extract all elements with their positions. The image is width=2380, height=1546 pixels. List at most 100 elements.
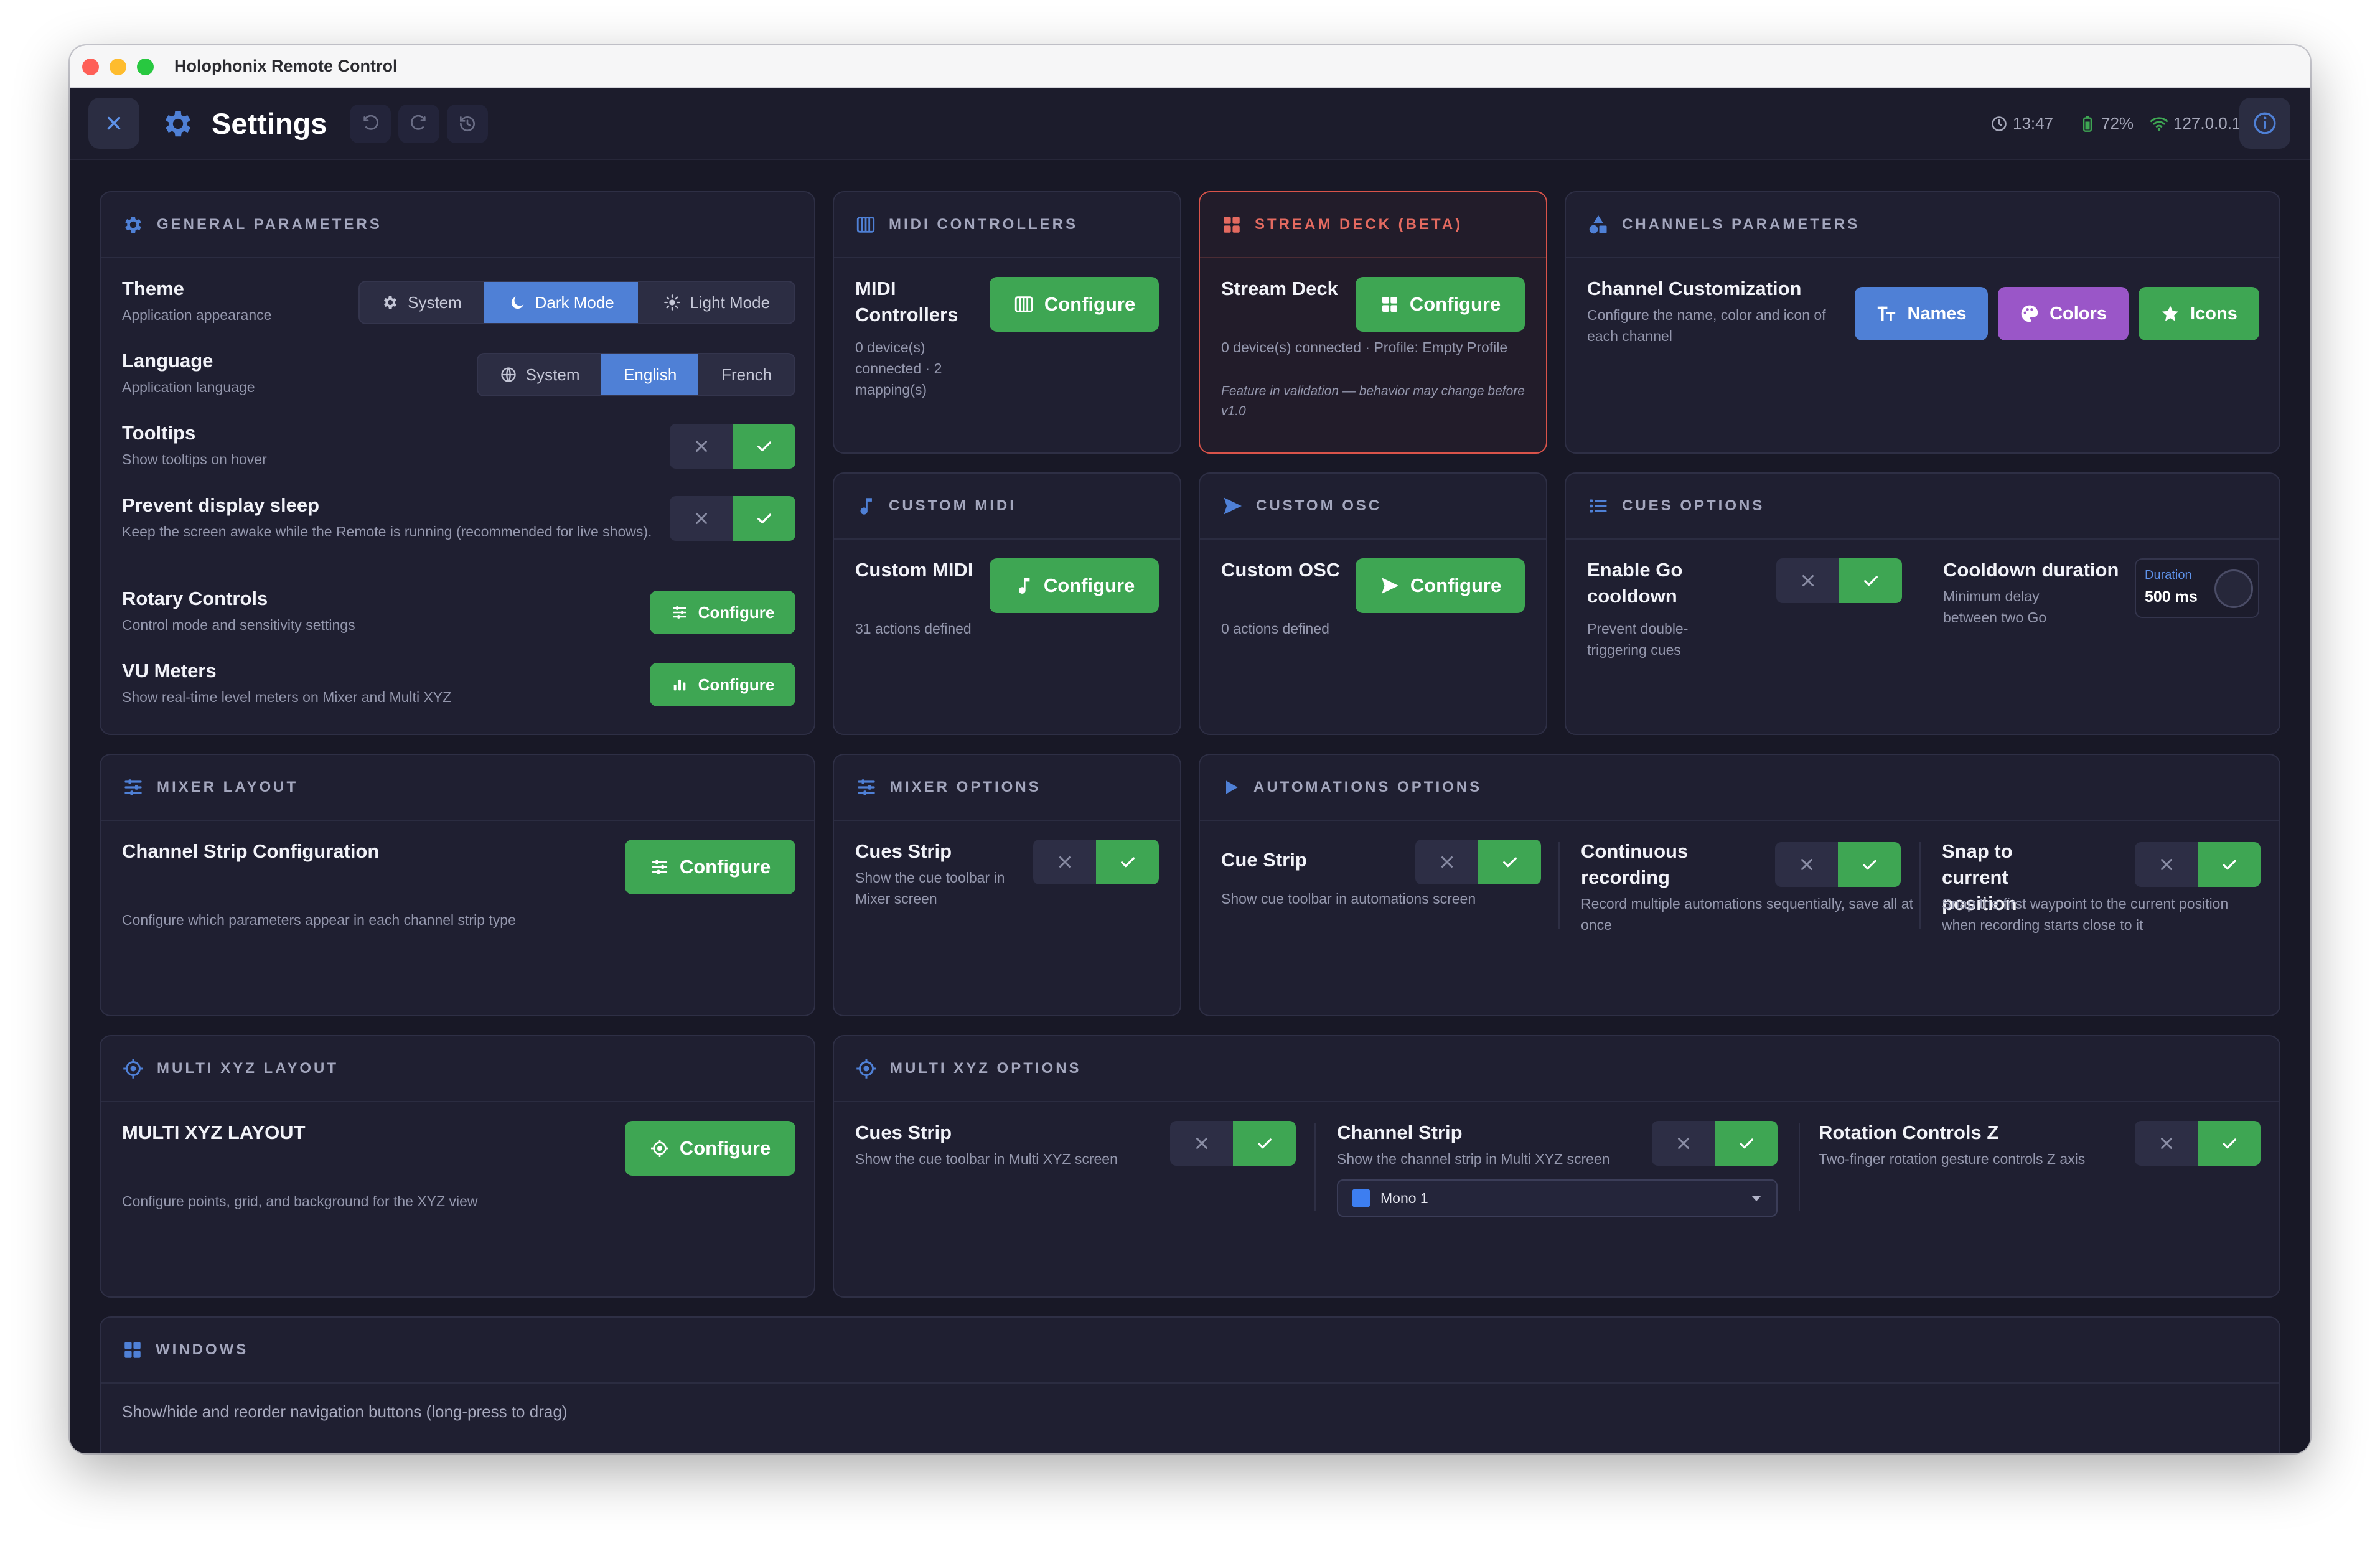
windows-desc: Show/hide and reorder navigation buttons… (122, 1402, 568, 1421)
bars-icon (671, 676, 688, 693)
mixer-layout-configure-button[interactable]: Configure (625, 840, 795, 894)
card-header: CUES OPTIONS (1566, 474, 2279, 540)
info-button[interactable] (2239, 98, 2290, 149)
close-icon (692, 509, 711, 528)
settings-content: GENERAL PARAMETERS Theme Application app… (70, 161, 2310, 1453)
streamdeck-configure-button[interactable]: Configure (1356, 277, 1525, 332)
toggle-off-button[interactable] (670, 424, 733, 469)
toggle-off-button[interactable] (1033, 840, 1096, 884)
toggle-on-button[interactable] (1838, 842, 1901, 887)
channel-icons-button[interactable]: Icons (2139, 287, 2259, 340)
rotary-label: Rotary Controls (122, 588, 268, 609)
check-icon (754, 508, 774, 528)
toggle-on-button[interactable] (1478, 840, 1541, 884)
window-close-dot[interactable] (82, 59, 99, 75)
multi-xyz-layout-card: MULTI XYZ LAYOUT MULTI XYZ LAYOUT Config… (100, 1035, 815, 1298)
channels-parameters-card: CHANNELS PARAMETERS Channel Customizatio… (1565, 191, 2280, 454)
midi-label: MIDI Controllers (855, 278, 958, 326)
toggle-on-button[interactable] (2198, 842, 2261, 887)
language-option-french[interactable]: French (698, 354, 794, 395)
window-zoom-dot[interactable] (137, 59, 154, 75)
star-icon (2160, 304, 2180, 324)
midi-controllers-card: MIDI CONTROLLERS MIDI Controllers 0 devi… (833, 191, 1181, 454)
redo-icon (409, 114, 429, 134)
ip-address: 127.0.0.1 (2173, 114, 2241, 133)
custom-osc-card: CUSTOM OSC Custom OSC 0 actions defined … (1199, 472, 1547, 735)
toggle-on-button[interactable] (1839, 558, 1902, 603)
cooldown-duration-dial[interactable]: Duration 500 ms (2135, 558, 2259, 618)
theme-option-system[interactable]: System (360, 282, 484, 323)
card-header: MULTI XYZ LAYOUT (101, 1036, 814, 1102)
theme-option-light[interactable]: Light Mode (638, 282, 794, 323)
card-title: CUSTOM MIDI (889, 497, 1016, 514)
tooltips-desc: Show tooltips on hover (122, 451, 267, 467)
channel-colors-button[interactable]: Colors (1998, 287, 2129, 340)
close-icon (692, 437, 711, 456)
card-title: AUTOMATIONS OPTIONS (1253, 779, 1483, 795)
check-icon (2219, 1133, 2239, 1153)
check-icon (1255, 1133, 1275, 1153)
history-button[interactable] (447, 105, 488, 143)
continuous-recording-label: Continuous recording (1581, 840, 1689, 888)
xyz-rotation-toggle (2135, 1121, 2261, 1166)
close-icon (1797, 855, 1816, 874)
toggle-on-button[interactable] (733, 496, 795, 541)
toggle-on-button[interactable] (733, 424, 795, 469)
rotary-desc: Control mode and sensitivity settings (122, 617, 355, 633)
rotary-configure-button[interactable]: Configure (650, 591, 795, 634)
toggle-off-button[interactable] (1170, 1121, 1233, 1166)
redo-button[interactable] (398, 105, 439, 143)
close-icon (1674, 1134, 1693, 1153)
custom-osc-desc: 0 actions defined (1221, 621, 1329, 637)
automations-options-card: AUTOMATIONS OPTIONS Cue Strip Show cue t… (1199, 754, 2280, 1016)
history-icon (457, 114, 477, 134)
cooldown-duration-label: Cooldown duration (1943, 559, 2119, 581)
toggle-off-button[interactable] (1415, 840, 1478, 884)
undo-button[interactable] (350, 105, 391, 143)
toggle-off-button[interactable] (670, 496, 733, 541)
toggle-on-button[interactable] (2198, 1121, 2261, 1166)
dial-knob-icon[interactable] (2214, 569, 2253, 608)
target-icon (122, 1057, 144, 1080)
card-header: CUSTOM OSC (1200, 474, 1546, 540)
list-icon (1587, 495, 1609, 517)
toggle-off-button[interactable] (2135, 1121, 2198, 1166)
music-note-icon (1014, 576, 1034, 596)
xyz-layout-desc: Configure points, grid, and background f… (122, 1193, 478, 1209)
card-title: CUES OPTIONS (1622, 497, 1765, 514)
window-minimize-dot[interactable] (110, 59, 126, 75)
auto-cue-strip-label: Cue Strip (1221, 849, 1307, 871)
toggle-on-button[interactable] (1096, 840, 1159, 884)
theme-desc: Application appearance (122, 307, 272, 323)
xyz-layout-configure-button[interactable]: Configure (625, 1121, 795, 1176)
toggle-off-button[interactable] (1776, 558, 1839, 603)
midi-configure-button[interactable]: Configure (990, 277, 1159, 332)
channel-names-button[interactable]: Names (1855, 287, 1988, 340)
close-settings-button[interactable] (88, 98, 139, 149)
custom-midi-configure-button[interactable]: Configure (990, 558, 1159, 613)
language-option-system[interactable]: System (478, 354, 601, 395)
channel-color-swatch (1352, 1189, 1370, 1207)
close-icon (1438, 853, 1456, 871)
close-icon (103, 113, 124, 134)
theme-label: Theme (122, 278, 184, 299)
toggle-on-button[interactable] (1233, 1121, 1296, 1166)
clock-icon (1990, 115, 2008, 133)
toggle-on-button[interactable] (1715, 1121, 1778, 1166)
card-header: CHANNELS PARAMETERS (1566, 192, 2279, 258)
custom-osc-configure-button[interactable]: Configure (1356, 558, 1525, 613)
language-option-english[interactable]: English (601, 354, 698, 395)
toggle-off-button[interactable] (2135, 842, 2198, 887)
vu-configure-button[interactable]: Configure (650, 663, 795, 706)
card-header: MIXER OPTIONS (834, 755, 1180, 821)
multi-xyz-options-card: MULTI XYZ OPTIONS Cues Strip Show the cu… (833, 1035, 2280, 1298)
channel-strip-select[interactable]: Mono 1 (1337, 1179, 1778, 1217)
card-header: MIDI CONTROLLERS (834, 192, 1180, 258)
toggle-off-button[interactable] (1775, 842, 1838, 887)
xyz-cues-strip-desc: Show the cue toolbar in Multi XYZ screen (855, 1151, 1118, 1167)
card-title: MIDI CONTROLLERS (889, 216, 1078, 233)
theme-option-dark[interactable]: Dark Mode (483, 282, 639, 323)
toggle-off-button[interactable] (1652, 1121, 1715, 1166)
mixer-cues-strip-desc: Show the cue toolbar in Mixer screen (855, 869, 1005, 907)
moon-icon (509, 294, 527, 311)
